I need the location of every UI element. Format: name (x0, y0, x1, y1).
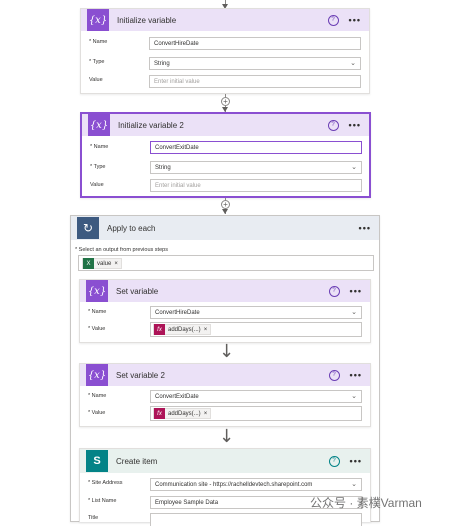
card-title: Apply to each (107, 223, 156, 233)
set-variable-2-card[interactable]: {x} Set variable 2 ? ••• * Name ConvertE… (79, 363, 371, 427)
value-field[interactable]: Enter initial value (150, 179, 362, 192)
watermark: 公众号 · 素樸Varman (310, 496, 422, 510)
value-field[interactable]: fx addDays(...) × (150, 322, 362, 337)
type-select[interactable]: String ⌄ (150, 161, 362, 174)
add-step-icon[interactable]: + (221, 200, 230, 209)
value-label: Value (90, 182, 104, 188)
chevron-down-icon: ⌄ (351, 309, 357, 316)
more-options-icon[interactable]: ••• (349, 120, 361, 130)
type-select[interactable]: String ⌄ (149, 57, 361, 70)
initialize-variable-2-card[interactable]: {x} Initialize variable 2 ? ••• * Name C… (80, 112, 371, 198)
help-icon[interactable]: ? (327, 119, 339, 131)
set-variable-header[interactable]: {x} Set variable ? ••• (80, 280, 370, 302)
chevron-down-icon: ⌄ (350, 60, 356, 67)
name-select-value: ConvertHireDate (155, 310, 200, 316)
help-icon[interactable]: ? (327, 14, 339, 26)
card-title: Initialize variable 2 (118, 120, 184, 130)
create-item-header[interactable]: S Create item ? ••• (80, 449, 370, 473)
apply-to-each-header[interactable]: ↻ Apply to each ••• (71, 216, 379, 240)
variable-icon: {x} (87, 9, 109, 31)
token-label: addDays(...) (168, 410, 201, 417)
variable-icon: {x} (86, 364, 108, 386)
more-options-icon[interactable]: ••• (350, 456, 362, 466)
remove-token-icon[interactable]: × (204, 408, 208, 420)
value-token[interactable]: X value × (82, 258, 122, 269)
fx-icon: fx (154, 324, 165, 335)
type-label: * Type (89, 59, 105, 65)
title-field[interactable] (150, 513, 362, 526)
sharepoint-icon: S (86, 450, 108, 472)
name-field[interactable]: ConvertHireDate (149, 37, 361, 50)
initialize-variable-header[interactable]: {x} Initialize variable ? ••• (81, 9, 369, 31)
excel-icon: X (83, 258, 94, 269)
remove-token-icon[interactable]: × (204, 324, 208, 336)
initialize-variable-card[interactable]: {x} Initialize variable ? ••• * Name Con… (80, 8, 370, 94)
token-label: addDays(...) (168, 326, 201, 333)
list-name-label: * List Name (88, 498, 117, 504)
set-variable-2-header[interactable]: {x} Set variable 2 ? ••• (80, 364, 370, 386)
connector-arrow (222, 209, 228, 214)
chevron-down-icon: ⌄ (351, 164, 357, 171)
add-step-icon[interactable]: + (221, 97, 230, 106)
initialize-variable-2-header[interactable]: {x} Initialize variable 2 ? ••• (82, 114, 369, 136)
name-label: * Name (90, 144, 109, 150)
variable-icon: {x} (86, 280, 108, 302)
set-variable-card[interactable]: {x} Set variable ? ••• * Name ConvertHir… (79, 279, 371, 343)
type-select-value: String (154, 61, 170, 67)
remove-token-icon[interactable]: × (114, 258, 118, 270)
token-label: value (97, 260, 112, 267)
site-address-label: * Site Address (88, 480, 123, 486)
fx-icon: fx (154, 408, 165, 419)
down-arrow-icon: ↓ (219, 426, 235, 447)
loop-icon: ↻ (77, 217, 99, 239)
title-label: Title (88, 515, 99, 521)
more-options-icon[interactable]: ••• (359, 223, 371, 233)
more-options-icon[interactable]: ••• (350, 370, 362, 380)
name-label: * Name (88, 309, 107, 315)
expression-token[interactable]: fx addDays(...) × (153, 408, 212, 420)
name-select[interactable]: ConvertExitDate ⌄ (150, 390, 362, 403)
name-label: * Name (89, 39, 108, 45)
name-select[interactable]: ConvertHireDate ⌄ (150, 306, 362, 319)
variable-icon: {x} (88, 114, 110, 136)
card-title: Initialize variable (117, 15, 177, 25)
name-label: * Name (88, 393, 107, 399)
more-options-icon[interactable]: ••• (349, 15, 361, 25)
name-field[interactable]: ConvertExitDate (150, 141, 362, 154)
site-address-select[interactable]: Communication site - https://rachelldevt… (150, 478, 362, 491)
card-title: Create item (116, 456, 158, 466)
value-field[interactable]: Enter initial value (149, 75, 361, 88)
select-output-field[interactable]: X value × (78, 255, 374, 271)
value-label: Value (89, 77, 103, 83)
value-label: * Value (88, 326, 106, 332)
select-output-label: * Select an output from previous steps (75, 247, 168, 253)
value-field[interactable]: fx addDays(...) × (150, 406, 362, 421)
expression-token[interactable]: fx addDays(...) × (153, 324, 212, 336)
type-select-value: String (155, 165, 171, 171)
down-arrow-icon: ↓ (219, 341, 235, 362)
type-label: * Type (90, 164, 106, 170)
card-title: Set variable 2 (116, 370, 165, 380)
help-icon[interactable]: ? (328, 285, 340, 297)
more-options-icon[interactable]: ••• (350, 286, 362, 296)
site-address-value: Communication site - https://rachelldevt… (155, 482, 313, 488)
value-label: * Value (88, 410, 106, 416)
list-name-value: Employee Sample Data (155, 500, 219, 506)
card-title: Set variable (116, 286, 159, 296)
name-select-value: ConvertExitDate (155, 394, 199, 400)
chevron-down-icon: ⌄ (351, 393, 357, 400)
chevron-down-icon: ⌄ (351, 481, 357, 488)
help-icon[interactable]: ? (328, 455, 340, 467)
help-icon[interactable]: ? (328, 369, 340, 381)
